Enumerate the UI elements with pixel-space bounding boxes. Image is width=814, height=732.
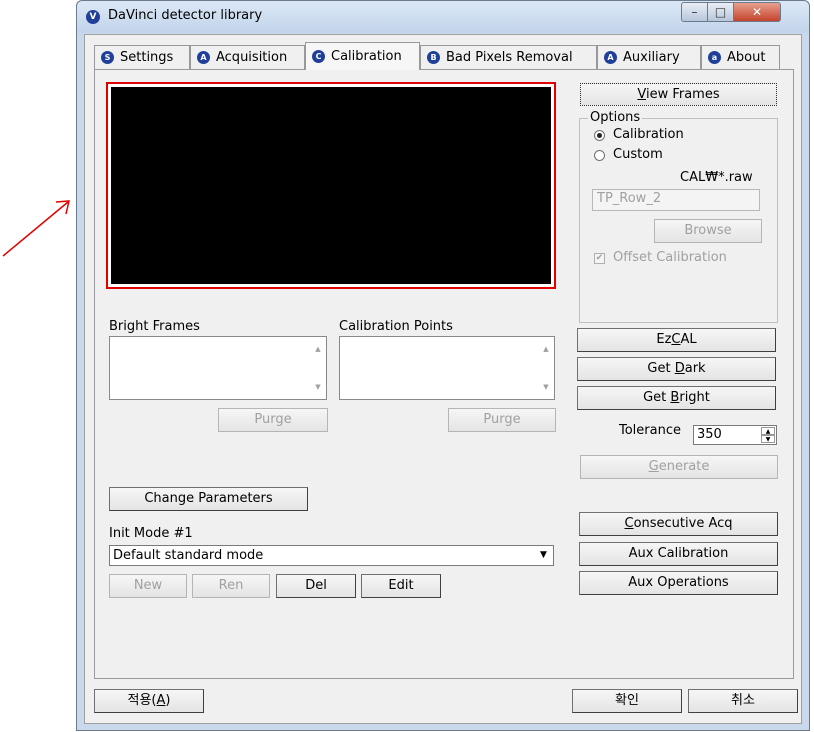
browse-button[interactable]: Browse: [654, 219, 762, 243]
auxiliary-tab-icon: A: [604, 51, 617, 64]
options-label: Options: [588, 110, 643, 125]
tab-calibration[interactable]: C Calibration: [305, 42, 420, 70]
tab-settings[interactable]: S Settings: [94, 45, 190, 69]
tolerance-spinner[interactable]: 350 ▲ ▼: [693, 425, 777, 445]
new-button[interactable]: New: [109, 574, 187, 598]
init-mode-value: Default standard mode: [113, 548, 264, 563]
chevron-down-icon[interactable]: ▼: [536, 548, 551, 563]
tab-about[interactable]: a About: [701, 45, 780, 69]
tolerance-label: Tolerance: [619, 423, 681, 438]
minimize-icon[interactable]: –: [681, 2, 708, 22]
tab-label: Settings: [120, 50, 174, 65]
tab-label: Auxiliary: [623, 50, 680, 65]
image-display: [106, 82, 556, 289]
bright-frames-list[interactable]: ▲ ▼: [109, 336, 327, 400]
get-dark-button[interactable]: Get Dark: [577, 357, 776, 381]
settings-tab-icon: S: [101, 51, 114, 64]
about-tab-icon: a: [708, 51, 721, 64]
radio-calibration[interactable]: [594, 130, 605, 141]
tab-label: Calibration: [331, 49, 402, 64]
scroll-down-icon[interactable]: ▼: [540, 381, 552, 393]
radio-calibration-label: Calibration: [613, 127, 684, 142]
cancel-button[interactable]: 취소: [688, 689, 798, 713]
annotation-arrow: [2, 200, 70, 257]
get-bright-button[interactable]: Get Bright: [577, 386, 776, 410]
tab-label: Bad Pixels Removal: [446, 50, 573, 65]
app-logo-icon: V: [86, 10, 100, 24]
calibration-tab-icon: C: [312, 50, 325, 63]
scroll-down-icon[interactable]: ▼: [312, 381, 324, 393]
close-icon[interactable]: ✕: [733, 2, 781, 22]
purge-bright-frames-button[interactable]: Purge: [218, 408, 328, 432]
ren-button[interactable]: Ren: [192, 574, 270, 598]
spin-down-icon[interactable]: ▼: [761, 435, 775, 443]
tab-bad-pixels-removal[interactable]: B Bad Pixels Removal: [420, 45, 597, 69]
init-mode-label: Init Mode #1: [109, 526, 193, 541]
tab-label: Acquisition: [216, 50, 288, 65]
acquisition-tab-icon: A: [197, 51, 210, 64]
consecutive-acq-button[interactable]: Consecutive Acq: [579, 512, 778, 536]
del-button[interactable]: Del: [276, 574, 356, 598]
maximize-icon[interactable]: □: [707, 2, 734, 22]
aux-calibration-button[interactable]: Aux Calibration: [579, 542, 778, 566]
view-frames-button[interactable]: View Frames: [580, 83, 777, 106]
radio-custom[interactable]: [594, 150, 605, 161]
bright-frames-label: Bright Frames: [109, 319, 200, 334]
tolerance-value: 350: [697, 427, 722, 442]
change-parameters-button[interactable]: Change Parameters: [109, 487, 308, 511]
edit-button[interactable]: Edit: [361, 574, 441, 598]
scroll-up-icon[interactable]: ▲: [312, 343, 324, 355]
apply-button[interactable]: 적용(A): [94, 689, 204, 713]
frame-viewport: [111, 87, 551, 284]
offset-calibration-label: Offset Calibration: [613, 250, 727, 265]
tab-auxiliary[interactable]: A Auxiliary: [597, 45, 701, 69]
generate-button[interactable]: Generate: [580, 455, 778, 479]
radio-custom-label: Custom: [613, 147, 663, 162]
calibration-points-label: Calibration Points: [339, 319, 453, 334]
calibration-points-list[interactable]: ▲ ▼: [339, 336, 555, 400]
aux-operations-button[interactable]: Aux Operations: [579, 571, 778, 595]
file-name-field[interactable]: TP_Row_2: [592, 189, 760, 211]
cal-file-pattern: CAL₩*.raw: [680, 170, 753, 185]
ezcal-button[interactable]: EzCAL: [577, 328, 776, 352]
offset-calibration-checkbox[interactable]: ✔: [594, 253, 605, 264]
tab-acquisition[interactable]: A Acquisition: [190, 45, 305, 69]
purge-calibration-points-button[interactable]: Purge: [448, 408, 556, 432]
scroll-up-icon[interactable]: ▲: [540, 343, 552, 355]
ok-button[interactable]: 확인: [572, 689, 682, 713]
init-mode-dropdown[interactable]: Default standard mode ▼: [109, 545, 554, 566]
bad-pixels-tab-icon: B: [427, 51, 440, 64]
spin-up-icon[interactable]: ▲: [761, 427, 775, 435]
window-title: DaVinci detector library: [108, 8, 263, 23]
tab-label: About: [727, 50, 766, 65]
